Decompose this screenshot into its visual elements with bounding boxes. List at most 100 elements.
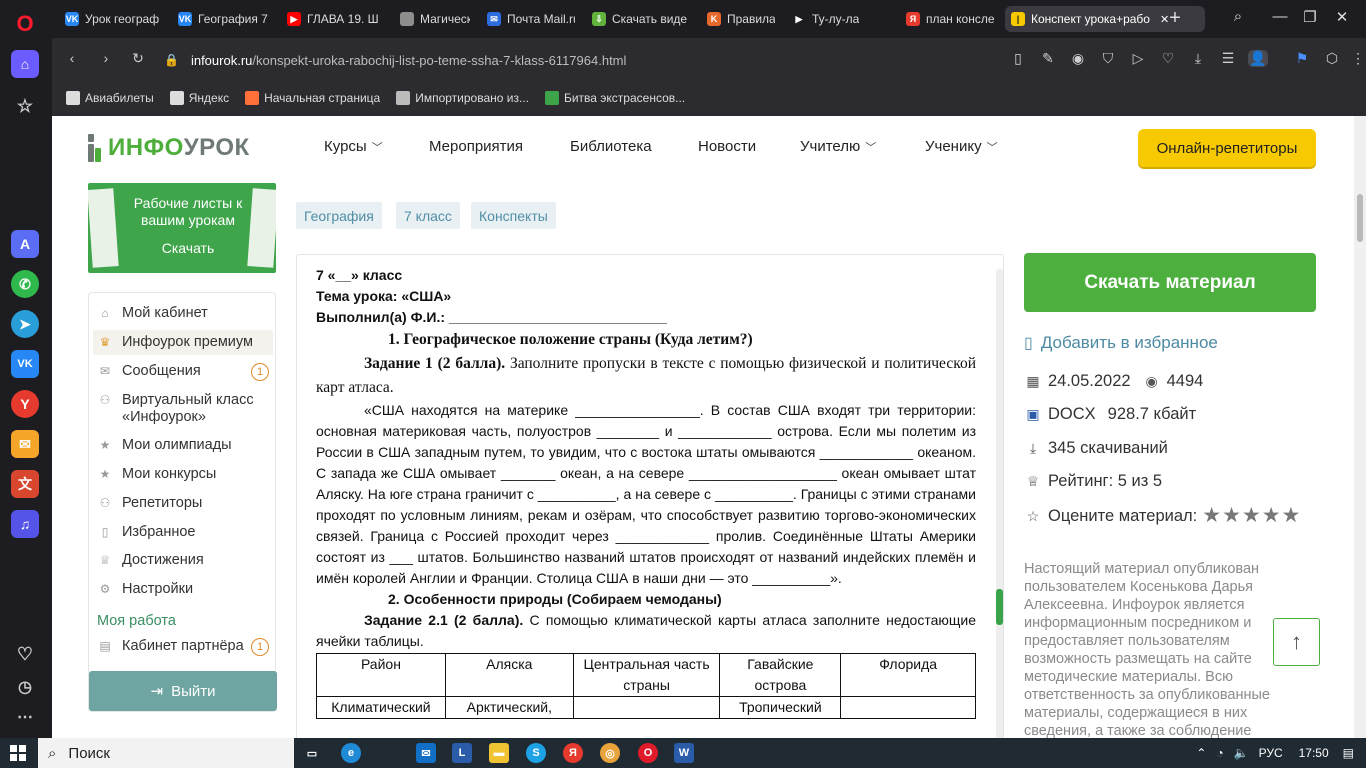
vk-sidebar-icon[interactable]: VK — [11, 350, 39, 378]
mail-sidebar-icon[interactable]: ✉ — [11, 430, 39, 458]
tag-notes[interactable]: Конспекты — [471, 202, 556, 229]
bookmark-2[interactable]: Яндекс — [169, 91, 229, 105]
infourok-logo[interactable]: ИНФО УРОК — [88, 134, 250, 162]
tab-2[interactable]: VK География 7 — [172, 6, 276, 32]
speed-dial-icon[interactable]: ⌂ — [11, 50, 39, 78]
tab-8[interactable]: ▶ Ту-лу-ла — [786, 6, 894, 32]
logout-button[interactable]: ⇥ Выйти — [89, 671, 277, 711]
nav-news[interactable]: Новости — [698, 138, 756, 155]
aria-icon[interactable]: A — [11, 230, 39, 258]
star-icon[interactable]: ★ — [1222, 505, 1241, 526]
tab-7[interactable]: K Правила стр — [701, 6, 781, 32]
pinboard-icon[interactable]: ☆ — [11, 92, 39, 120]
task-view-icon[interactable]: ▭ — [302, 743, 322, 763]
clock[interactable]: 17:50 — [1299, 746, 1329, 760]
opera-taskbar-icon[interactable]: O — [638, 743, 658, 763]
music-icon[interactable]: ♫ — [11, 510, 39, 538]
menu-messages[interactable]: ✉ Сообщения — [97, 363, 201, 380]
menu-premium[interactable]: ♛ Инфоурок премиум — [93, 330, 273, 355]
easy-setup-icon[interactable]: ☰ — [1218, 50, 1238, 67]
whatsapp-icon[interactable]: ✆ — [11, 270, 39, 298]
tab-5[interactable]: ✉ Почта Mail.ru — [481, 6, 581, 32]
edit-icon[interactable]: ✎ — [1038, 50, 1058, 67]
nav-courses[interactable]: Курсы ﹀ — [324, 138, 383, 155]
document-scrollbar[interactable] — [996, 269, 1003, 738]
lbox-icon[interactable]: L — [452, 743, 472, 763]
url-input[interactable]: 🔒 infourok.ru /konspekt-uroka-rabochij-l… — [164, 46, 1044, 74]
page-scroll-thumb[interactable] — [1357, 194, 1363, 242]
send-icon[interactable]: ▷ — [1128, 50, 1148, 67]
reload-icon[interactable]: ↻ — [128, 50, 148, 67]
volume-icon[interactable]: 🔈 — [1234, 746, 1249, 760]
nav-library[interactable]: Библиотека — [570, 138, 652, 155]
star-icon[interactable]: ★ — [1242, 505, 1261, 526]
star-icon[interactable]: ★ — [1262, 505, 1281, 526]
tab-3[interactable]: ▶ ГЛАВА 19. Ш — [281, 6, 389, 32]
yandex-sidebar-icon[interactable]: Y — [11, 390, 39, 418]
menu-olympiads[interactable]: ★ Мои олимпиады — [97, 437, 232, 454]
worksheets-banner[interactable]: Рабочие листы к вашим урокам Скачать — [88, 183, 276, 273]
document-scroll-thumb[interactable] — [996, 589, 1003, 625]
nav-teacher[interactable]: Учителю ﹀ — [800, 138, 876, 155]
tag-geography[interactable]: География — [296, 202, 382, 229]
menu-tutors[interactable]: ⚇ Репетиторы — [97, 495, 203, 512]
close-window-icon[interactable]: ✕ — [1330, 8, 1354, 26]
language-indicator[interactable]: РУС — [1259, 746, 1283, 760]
tab-search-icon[interactable]: ⌕ — [1226, 8, 1250, 25]
menu-achievements[interactable]: ♕ Достижения — [97, 552, 204, 569]
profile-icon[interactable]: 👤 — [1248, 50, 1268, 67]
cube-icon[interactable]: ⬡ — [1322, 50, 1342, 67]
menu-partner[interactable]: ▤ Кабинет партнёра — [97, 638, 243, 655]
banner-download[interactable]: Скачать — [118, 240, 258, 256]
document-viewer[interactable]: 7 «__» класс Тема урока: «США» Выполнил(… — [296, 254, 1004, 738]
menu-my-cabinet[interactable]: ⌂ Мой кабинет — [97, 305, 207, 322]
star-icon[interactable]: ★ — [1202, 505, 1221, 526]
nav-student[interactable]: Ученику ﹀ — [925, 138, 998, 155]
taskbar-search[interactable]: ⌕ Поиск — [38, 738, 294, 768]
minimize-icon[interactable]: — — [1268, 8, 1292, 25]
tab-6[interactable]: ⇩ Скачать виде — [586, 6, 696, 32]
explorer-icon[interactable]: ▬ — [489, 743, 509, 763]
star-icon[interactable]: ★ — [1282, 505, 1301, 526]
menu-settings[interactable]: ⚙ Настройки — [97, 581, 194, 598]
page-scrollbar[interactable] — [1354, 116, 1366, 738]
new-tab-icon[interactable]: + — [1164, 8, 1186, 30]
forward-icon[interactable]: › — [96, 50, 116, 66]
chrome-icon[interactable]: ◎ — [600, 743, 620, 763]
yandex-browser-icon[interactable]: Я — [563, 743, 583, 763]
heart-icon[interactable]: ♡ — [11, 640, 39, 668]
menu-favorites[interactable]: ▯ Избранное — [97, 524, 196, 541]
back-icon[interactable]: ‹ — [62, 50, 82, 66]
nav-events[interactable]: Мероприятия — [429, 138, 523, 155]
word-icon[interactable]: W — [674, 743, 694, 763]
bookmark-5[interactable]: Битва экстрасенсов... — [544, 91, 685, 105]
restore-icon[interactable]: ❐ — [1298, 8, 1322, 26]
more-icon[interactable]: ⋯ — [11, 703, 39, 731]
skype-icon[interactable]: S — [526, 743, 546, 763]
bookmark-4[interactable]: Импортировано из... — [396, 91, 529, 105]
chevron-up-icon[interactable]: ⌃ — [1196, 746, 1206, 760]
tab-1[interactable]: VK Урок географ — [59, 6, 167, 32]
shield-icon[interactable]: ⛉ — [1098, 50, 1118, 67]
edge-icon[interactable]: e — [341, 743, 361, 763]
menu-contests[interactable]: ★ Мои конкурсы — [97, 466, 217, 483]
tab-4[interactable]: Магическая — [394, 6, 476, 32]
history-icon[interactable]: ◷ — [11, 673, 39, 701]
heart-address-icon[interactable]: ♡ — [1158, 50, 1178, 67]
opera-logo-icon[interactable]: O — [11, 10, 39, 38]
translate-icon[interactable]: 文 — [11, 470, 39, 498]
menu-virtual-class[interactable]: ⚇ Виртуальный класс «Инфоурок» — [97, 392, 267, 426]
tag-grade[interactable]: 7 класс — [396, 202, 460, 229]
bookmark-3[interactable]: Начальная страница — [245, 91, 380, 105]
tab-9[interactable]: Яплан консле — [900, 6, 1000, 32]
scroll-to-top-button[interactable]: ↑ — [1273, 618, 1320, 666]
download-material-button[interactable]: Скачать материал — [1024, 253, 1316, 312]
windows-start-icon[interactable] — [10, 745, 26, 761]
downloads-icon[interactable]: ⤓ — [1188, 50, 1208, 67]
notification-icon[interactable]: ▤ — [1343, 746, 1354, 760]
add-to-favorites-link[interactable]: ▯ Добавить в избранное — [1024, 333, 1218, 353]
network-icon[interactable]: ◔ — [1216, 746, 1223, 760]
vpn-icon[interactable]: ⚑ — [1292, 50, 1312, 67]
camera-icon[interactable]: ◉ — [1068, 50, 1088, 67]
rating-stars[interactable]: ★ ★ ★ ★ ★ — [1202, 505, 1301, 526]
